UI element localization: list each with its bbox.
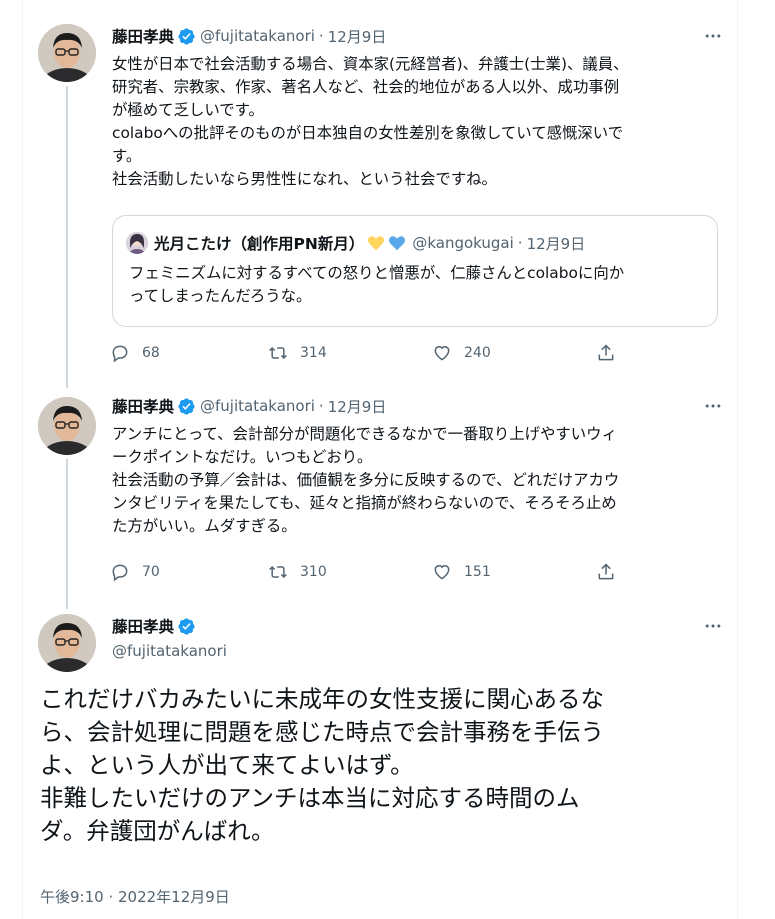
share-icon <box>598 563 614 580</box>
reply-count: 70 <box>142 564 160 580</box>
retweet-icon <box>269 346 287 360</box>
main-text-line: 非難したいだけのアンチは本当に対応する時間のム <box>40 784 580 812</box>
main-text-line: ダ。弁護団がんばれ。 <box>40 817 275 845</box>
tweet-timestamp[interactable]: 午後9:10 · 2022年12月9日 <box>40 886 230 907</box>
separator: · <box>318 397 324 415</box>
share-button[interactable] <box>596 559 628 585</box>
quoted-author-name: 光月こたけ（創作用PN新月） <box>154 235 365 253</box>
tweet-text-line: た方がいい。ムダすぎる。 <box>112 517 297 535</box>
timeline-border-right <box>737 0 738 919</box>
thread-line <box>66 86 68 388</box>
like-button[interactable]: 240 <box>432 340 491 366</box>
tweet-text-line: ークポイントなだけ。いつもどおり。 <box>112 448 373 466</box>
quoted-text-line: ってしまったんだろうな。 <box>129 287 312 305</box>
quoted-author-handle: @kangokugai <box>412 234 514 252</box>
tweet-2[interactable]: 藤田孝典 @fujitatakanori · 12月9日 アンチにとって、会計部… <box>38 385 728 609</box>
quoted-tweet-header: 光月こたけ（創作用PN新月） @kangokugai · 12月9日 <box>126 232 585 254</box>
quoted-tweet-date: 12月9日 <box>526 234 586 253</box>
tweet-text: 女性が日本で社会活動する場合、資本家(元経営者)、弁護士(士業)、議員、 研究者… <box>112 53 717 191</box>
main-text-line: これだけバカみたいに未成年の女性支援に関心あるな <box>40 685 604 713</box>
main-tweet: 藤田孝典 @fujitatakanori これだけバカみたいに未成年の女性支援に… <box>38 605 728 919</box>
reply-button[interactable]: 68 <box>110 340 160 366</box>
retweet-count: 310 <box>300 564 327 580</box>
tweet-text-line: 女性が日本で社会活動する場合、資本家(元経営者)、弁護士(士業)、議員、 <box>112 55 629 73</box>
verified-badge-icon <box>178 27 195 45</box>
heart-icon <box>434 346 450 361</box>
like-count: 240 <box>464 345 491 361</box>
reply-count: 68 <box>142 345 160 361</box>
share-button[interactable] <box>596 340 628 366</box>
avatar[interactable] <box>38 397 96 455</box>
quoted-avatar <box>126 232 148 254</box>
yellow-heart-icon <box>368 236 385 251</box>
avatar[interactable] <box>38 614 96 672</box>
author-name[interactable]: 藤田孝典 <box>112 395 174 417</box>
quoted-text-line: フェミニズムに対するすべての怒りと憎悪が、仁藤さんとcolaboに向か <box>129 264 625 282</box>
tweet-date[interactable]: 12月9日 <box>328 26 387 47</box>
tweet-text-line: 研究者、宗教家、作家、著名人など、社会的地位がある人以外、成功事例 <box>112 78 620 96</box>
quoted-tweet-text: フェミニズムに対するすべての怒りと憎悪が、仁藤さんとcolaboに向か ってしま… <box>129 262 709 308</box>
reply-icon <box>112 345 128 363</box>
retweet-button[interactable]: 314 <box>268 340 327 366</box>
tweet-text-line: 社会活動の予算／会計は、価値観を多分に反映するので、どれだけアカウ <box>112 471 620 489</box>
like-button[interactable]: 151 <box>432 559 491 585</box>
tweet-header: 藤田孝典 <box>112 614 200 638</box>
more-horizontal-icon[interactable] <box>698 24 728 48</box>
tweet-text-line: ンタビリティを果たしても、延々と指摘が終わらないので、そろそろ止め <box>112 494 617 512</box>
timeline-border-left <box>22 0 23 919</box>
tweet-actions: 68 314 240 <box>110 340 630 366</box>
reply-button[interactable]: 70 <box>110 559 160 585</box>
heart-icon <box>434 565 450 580</box>
tweet-text-line: す。 <box>112 147 142 165</box>
author-handle[interactable]: @fujitatakanori <box>200 27 315 45</box>
main-text-line: ら、会計処理に問題を感じた時点で会計事務を手伝う <box>40 718 604 746</box>
main-tweet-text: これだけバカみたいに未成年の女性支援に関心あるな ら、会計処理に問題を感じた時点… <box>40 683 730 848</box>
retweet-icon <box>269 565 287 579</box>
tweet-1[interactable]: 藤田孝典 @fujitatakanori · 12月9日 女性が日本で社会活動す… <box>38 0 728 388</box>
author-name[interactable]: 藤田孝典 <box>112 25 174 47</box>
share-icon <box>598 344 614 361</box>
tweet-header: 藤田孝典 @fujitatakanori · 12月9日 <box>112 394 386 418</box>
tweet-date[interactable]: 12月9日 <box>328 396 387 417</box>
thread-line <box>66 459 68 609</box>
separator: · <box>318 27 324 45</box>
tweet-text-line: 社会活動したいなら男性性になれ、という社会ですね。 <box>112 170 497 188</box>
verified-badge-icon <box>178 617 195 635</box>
verified-badge-icon <box>178 397 195 415</box>
tweet-text-line: colaboへの批評そのものが日本独自の女性差別を象徴していて感慨深いで <box>112 124 624 142</box>
reply-icon <box>112 564 128 582</box>
tweet-header: 藤田孝典 @fujitatakanori · 12月9日 <box>112 24 386 48</box>
more-horizontal-icon[interactable] <box>698 394 728 418</box>
retweet-count: 314 <box>300 345 327 361</box>
retweet-button[interactable]: 310 <box>268 559 327 585</box>
separator: · <box>517 234 523 252</box>
tweet-text: アンチにとって、会計部分が問題化できるなかで一番取り上げやすいウィ ークポイント… <box>112 423 717 538</box>
avatar[interactable] <box>38 24 96 82</box>
author-handle[interactable]: @fujitatakanori <box>200 397 315 415</box>
tweet-actions: 70 310 151 <box>110 559 630 585</box>
tweet-text-line: が極めて乏しいです。 <box>112 101 264 119</box>
author-handle[interactable]: @fujitatakanori <box>112 642 227 660</box>
tweet-text-line: アンチにとって、会計部分が問題化できるなかで一番取り上げやすいウィ <box>112 425 617 443</box>
tweet-handle-row: @fujitatakanori <box>112 639 227 663</box>
author-name[interactable]: 藤田孝典 <box>112 615 174 637</box>
blue-heart-icon <box>389 236 406 251</box>
main-text-line: よ、という人が出て来てよいはず。 <box>40 751 414 779</box>
quoted-tweet[interactable]: 光月こたけ（創作用PN新月） @kangokugai · 12月9日 フェミニズ… <box>112 215 718 327</box>
more-horizontal-icon[interactable] <box>698 614 728 638</box>
like-count: 151 <box>464 564 491 580</box>
